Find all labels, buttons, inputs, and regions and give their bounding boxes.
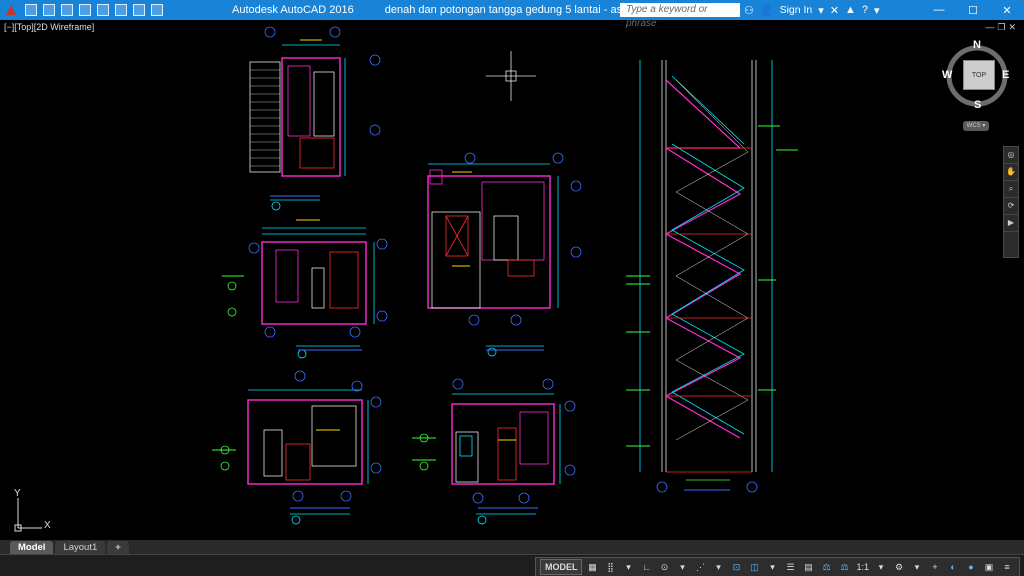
showmotion-icon[interactable]: ▶ bbox=[1004, 215, 1018, 232]
help-button[interactable]: ? bbox=[862, 4, 868, 16]
orbit-icon[interactable]: ⟳ bbox=[1004, 198, 1018, 215]
application-menu-button[interactable] bbox=[0, 0, 22, 20]
navigation-bar: ◎ ✋ ⌕ ⟳ ▶ bbox=[1003, 146, 1019, 258]
annotation-visibility-icon[interactable]: ⚖ bbox=[818, 559, 834, 575]
clean-screen-icon[interactable]: ▣ bbox=[981, 559, 997, 575]
save-as-icon[interactable] bbox=[79, 4, 91, 16]
stair-plan-4 bbox=[220, 370, 382, 525]
workspace-switching-icon[interactable]: ⚙ bbox=[891, 559, 907, 575]
ucs-icon: Y X bbox=[10, 488, 60, 535]
view-cube[interactable]: TOP N S E W bbox=[942, 39, 1012, 112]
annotation-scale-button[interactable]: 1:1 bbox=[854, 559, 871, 575]
view-cube-top-face[interactable]: TOP bbox=[963, 60, 995, 90]
auto-scale-icon[interactable]: ⚖ bbox=[836, 559, 852, 575]
transparency-icon[interactable]: ▤ bbox=[800, 559, 816, 575]
chevron-down-icon[interactable]: ▾ bbox=[818, 4, 824, 17]
chevron-down-icon[interactable]: ▾ bbox=[674, 559, 690, 575]
drawing-canvas[interactable] bbox=[0, 20, 1004, 540]
zoom-icon[interactable]: ⌕ bbox=[1004, 181, 1018, 198]
maximize-button[interactable]: ☐ bbox=[956, 0, 990, 20]
compass-west[interactable]: W bbox=[942, 69, 952, 81]
title-bar: Autodesk AutoCAD 2016 denah dan potongan… bbox=[0, 0, 1024, 29]
compass-east[interactable]: E bbox=[1002, 69, 1009, 81]
viewport-window-controls: — ❐ ✕ bbox=[985, 22, 1016, 33]
customization-menu-icon[interactable]: ≡ bbox=[999, 559, 1015, 575]
user-icon[interactable]: 👤 bbox=[760, 4, 774, 17]
autocad-logo-icon bbox=[6, 5, 16, 15]
tab-layout1[interactable]: Layout1 bbox=[55, 541, 106, 554]
window-controls: — ☐ ✕ bbox=[922, 0, 1024, 20]
chevron-down-icon[interactable]: ▾ bbox=[909, 559, 925, 575]
viewport-controls-label[interactable]: [−][Top][2D Wireframe] bbox=[4, 22, 94, 32]
print-icon[interactable] bbox=[97, 4, 109, 16]
chevron-down-icon[interactable]: ▾ bbox=[874, 4, 880, 17]
viewport-restore-button[interactable]: ❐ bbox=[997, 22, 1005, 33]
grid-icon[interactable]: ▦ bbox=[584, 559, 600, 575]
infocenter: ⚇ 👤 Sign In ▾ ✕ ▲ ? ▾ bbox=[744, 0, 880, 20]
steering-wheel-icon[interactable]: ◎ bbox=[1004, 147, 1018, 164]
close-button[interactable]: ✕ bbox=[990, 0, 1024, 20]
lineweight-icon[interactable]: ☰ bbox=[782, 559, 798, 575]
stair-plan-3 bbox=[427, 152, 582, 357]
status-tools: MODEL ▦ ⣿ ▾ ∟ ⊙ ▾ ⋰ ▾ ⊡ ◫ ▾ ☰ ▤ ⚖ ⚖ 1:1 … bbox=[534, 557, 1020, 576]
isolate-objects-icon[interactable]: ◐ bbox=[945, 559, 961, 575]
workspace-dropdown-icon[interactable] bbox=[151, 4, 163, 16]
search-input[interactable]: Type a keyword or phrase bbox=[620, 3, 740, 29]
ucs-y-label: Y bbox=[14, 488, 21, 499]
redo-icon[interactable] bbox=[133, 4, 145, 16]
polar-tracking-icon[interactable]: ⊙ bbox=[656, 559, 672, 575]
sign-in-button[interactable]: Sign In bbox=[780, 4, 813, 16]
chevron-down-icon[interactable]: ▾ bbox=[710, 559, 726, 575]
compass-south[interactable]: S bbox=[974, 99, 981, 111]
ucs-x-label: X bbox=[44, 520, 51, 531]
undo-icon[interactable] bbox=[115, 4, 127, 16]
quick-access-toolbar bbox=[0, 0, 166, 20]
stair-plan-1 bbox=[249, 26, 381, 211]
object-snap-icon[interactable]: ◫ bbox=[746, 559, 762, 575]
crosshair-cursor bbox=[486, 51, 536, 101]
app-name: Autodesk AutoCAD 2016 bbox=[232, 4, 354, 16]
new-file-icon[interactable] bbox=[25, 4, 37, 16]
chevron-down-icon[interactable]: ▾ bbox=[764, 559, 780, 575]
minimize-button[interactable]: — bbox=[922, 0, 956, 20]
annotation-marks bbox=[212, 39, 798, 509]
viewport-close-button[interactable]: ✕ bbox=[1008, 22, 1016, 33]
chevron-down-icon[interactable]: ▾ bbox=[873, 559, 889, 575]
ortho-mode-icon[interactable]: ∟ bbox=[638, 559, 654, 575]
stair-plan-2 bbox=[227, 227, 388, 359]
model-space-button[interactable]: MODEL bbox=[539, 559, 583, 575]
exchange-icon[interactable]: ✕ bbox=[830, 4, 839, 17]
binoculars-icon[interactable]: ⚇ bbox=[744, 4, 754, 17]
viewport-minimize-button[interactable]: — bbox=[985, 22, 994, 33]
tab-model[interactable]: Model bbox=[10, 541, 54, 554]
autodesk-a360-icon[interactable]: ▲ bbox=[845, 4, 856, 16]
hardware-acceleration-icon[interactable]: ● bbox=[963, 559, 979, 575]
wcs-menu[interactable]: WCS ▾ bbox=[963, 121, 989, 131]
open-file-icon[interactable] bbox=[43, 4, 55, 16]
layout-tabs: Model Layout1 + bbox=[0, 540, 1024, 554]
pan-icon[interactable]: ✋ bbox=[1004, 164, 1018, 181]
snap-mode-icon[interactable]: ⣿ bbox=[602, 559, 618, 575]
object-snap-tracking-icon[interactable]: ⊡ bbox=[728, 559, 744, 575]
stair-plan-5 bbox=[419, 378, 576, 525]
status-bar: MODEL ▦ ⣿ ▾ ∟ ⊙ ▾ ⋰ ▾ ⊡ ◫ ▾ ☰ ▤ ⚖ ⚖ 1:1 … bbox=[0, 554, 1024, 576]
chevron-down-icon[interactable]: ▾ bbox=[620, 559, 636, 575]
compass-north[interactable]: N bbox=[973, 39, 981, 51]
add-layout-button[interactable]: + bbox=[107, 541, 129, 554]
save-icon[interactable] bbox=[61, 4, 73, 16]
annotation-monitor-icon[interactable]: + bbox=[927, 559, 943, 575]
stair-section bbox=[639, 60, 773, 493]
isodraft-icon[interactable]: ⋰ bbox=[692, 559, 708, 575]
